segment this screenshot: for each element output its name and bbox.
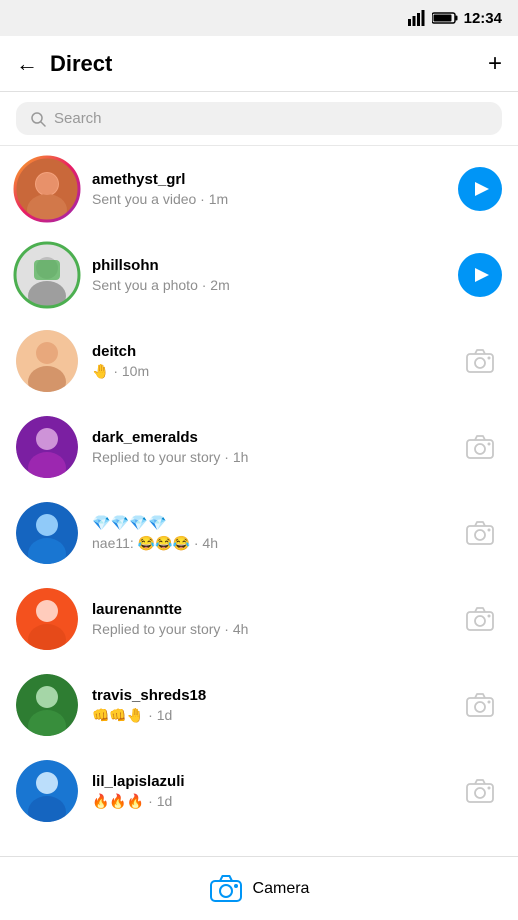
- list-item[interactable]: 💎💎💎💎 nae11: 😂😂😂 · 4h: [0, 490, 518, 576]
- search-bar: [0, 92, 518, 146]
- username: dark_emeralds: [92, 429, 444, 446]
- list-item[interactable]: dark_emeralds Replied to your story · 1h: [0, 404, 518, 490]
- username: deitch: [92, 343, 444, 360]
- list-item[interactable]: laurenanntte Replied to your story · 4h: [0, 576, 518, 662]
- message-content: amethyst_grl Sent you a video · 1m: [92, 171, 444, 207]
- camera-bottom-icon: [210, 875, 242, 903]
- camera-icon: [466, 435, 494, 459]
- avatar: [16, 330, 78, 392]
- camera-label: Camera: [253, 880, 310, 898]
- status-time: 12:34: [464, 10, 502, 27]
- add-button[interactable]: +: [488, 50, 502, 78]
- message-content: travis_shreds18 👊👊🤚 · 1d: [92, 687, 444, 724]
- message-content: phillsohn Sent you a photo · 2m: [92, 257, 444, 293]
- username: travis_shreds18: [92, 687, 444, 704]
- battery-icon: [432, 11, 458, 25]
- avatar-wrapper: [16, 502, 78, 564]
- message-preview: Sent you a video · 1m: [92, 191, 444, 207]
- message-content: deitch 🤚 · 10m: [92, 343, 444, 380]
- message-content: dark_emeralds Replied to your story · 1h: [92, 429, 444, 465]
- bottom-bar: Camera: [0, 856, 518, 920]
- camera-icon: [466, 607, 494, 631]
- list-item[interactable]: lil_lapislazuli 🔥🔥🔥 · 1d: [0, 748, 518, 834]
- camera-icon: [466, 521, 494, 545]
- message-content: lil_lapislazuli 🔥🔥🔥 · 1d: [92, 773, 444, 810]
- username: 💎💎💎💎: [92, 514, 444, 532]
- camera-icon: [466, 779, 494, 803]
- play-button[interactable]: [458, 167, 502, 211]
- username: phillsohn: [92, 257, 444, 274]
- page-title: Direct: [50, 51, 488, 77]
- signal-icon: [408, 10, 426, 26]
- message-preview: 🔥🔥🔥 · 1d: [92, 793, 444, 810]
- list-item[interactable]: deitch 🤚 · 10m: [0, 318, 518, 404]
- username: laurenanntte: [92, 601, 444, 618]
- status-bar: 12:34: [0, 0, 518, 36]
- message-preview: Sent you a photo · 2m: [92, 277, 444, 293]
- play-action[interactable]: [458, 167, 502, 211]
- avatar: [16, 588, 78, 650]
- message-preview: 🤚 · 10m: [92, 363, 444, 380]
- play-button[interactable]: [458, 253, 502, 297]
- avatar-wrapper: [16, 674, 78, 736]
- story-ring-icon: [12, 240, 82, 310]
- search-input[interactable]: [54, 110, 488, 127]
- message-preview: Replied to your story · 1h: [92, 449, 444, 465]
- avatar-wrapper: [16, 416, 78, 478]
- camera-icon: [466, 693, 494, 717]
- avatar: [16, 416, 78, 478]
- list-item[interactable]: travis_shreds18 👊👊🤚 · 1d: [0, 662, 518, 748]
- list-item[interactable]: amethyst_grl Sent you a video · 1m: [0, 146, 518, 232]
- avatar-wrapper: [16, 244, 78, 306]
- message-content: laurenanntte Replied to your story · 4h: [92, 601, 444, 637]
- camera-icon: [466, 349, 494, 373]
- message-content: 💎💎💎💎 nae11: 😂😂😂 · 4h: [92, 514, 444, 552]
- message-list: amethyst_grl Sent you a video · 1m phill…: [0, 146, 518, 834]
- avatar-wrapper: [16, 760, 78, 822]
- search-wrapper: [16, 102, 502, 135]
- camera-action[interactable]: [458, 425, 502, 469]
- story-ring-icon: [12, 154, 82, 224]
- avatar-wrapper: [16, 588, 78, 650]
- camera-action[interactable]: [458, 511, 502, 555]
- search-icon: [30, 111, 46, 127]
- camera-action[interactable]: [458, 597, 502, 641]
- camera-bottom-button[interactable]: [209, 872, 243, 906]
- username: lil_lapislazuli: [92, 773, 444, 790]
- camera-action[interactable]: [458, 683, 502, 727]
- avatar-wrapper: [16, 330, 78, 392]
- avatar: [16, 760, 78, 822]
- avatar: [16, 502, 78, 564]
- camera-action[interactable]: [458, 339, 502, 383]
- message-preview: nae11: 😂😂😂 · 4h: [92, 535, 444, 552]
- username: amethyst_grl: [92, 171, 444, 188]
- header: ← Direct +: [0, 36, 518, 92]
- play-action[interactable]: [458, 253, 502, 297]
- message-preview: 👊👊🤚 · 1d: [92, 707, 444, 724]
- avatar-wrapper: [16, 158, 78, 220]
- message-preview: Replied to your story · 4h: [92, 621, 444, 637]
- avatar: [16, 674, 78, 736]
- camera-action[interactable]: [458, 769, 502, 813]
- back-button[interactable]: ←: [16, 51, 38, 77]
- list-item[interactable]: phillsohn Sent you a photo · 2m: [0, 232, 518, 318]
